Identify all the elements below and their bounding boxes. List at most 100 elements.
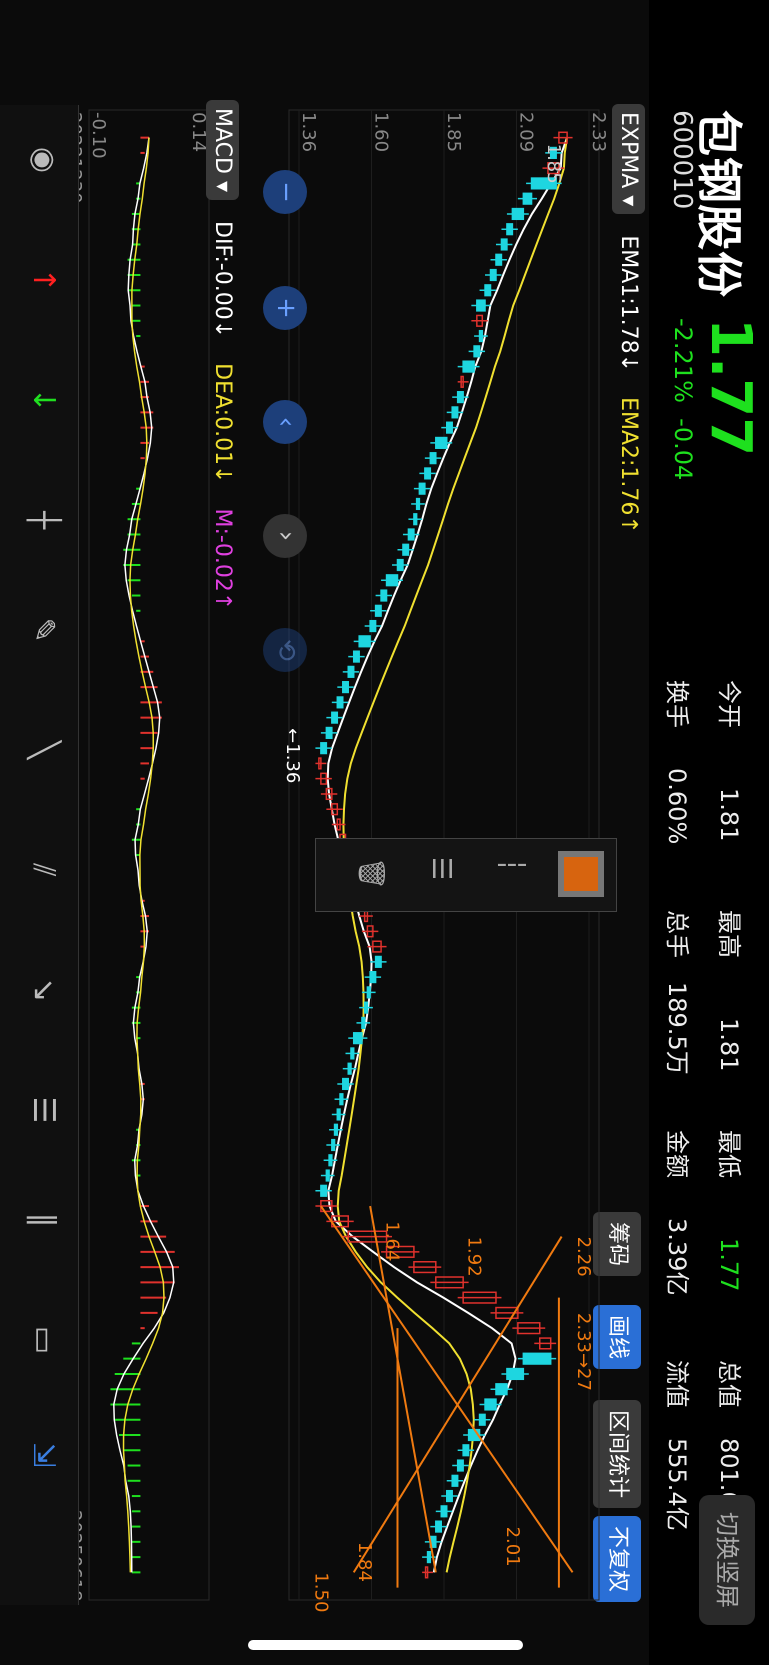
y-tick-label: 1.85: [443, 112, 464, 152]
dash-style-icon[interactable]: ┆: [496, 857, 526, 873]
candle-body: [369, 619, 377, 633]
candle-body: [352, 650, 360, 663]
sub-indicator-select[interactable]: MACD ▾: [206, 100, 239, 200]
candle-body: [407, 528, 415, 541]
bars-icon[interactable]: ‖: [18, 1195, 68, 1245]
home-indicator[interactable]: [248, 1640, 523, 1650]
candle-body: [489, 268, 497, 282]
color-swatch[interactable]: [558, 851, 604, 897]
candle-body: [456, 391, 464, 404]
draw-label: 1.92: [464, 1237, 485, 1277]
candle-body: [352, 1032, 363, 1045]
candle-body: [500, 238, 508, 251]
dif-value: DIF:-0.00↓: [210, 221, 235, 339]
candle-body: [413, 513, 418, 526]
candle-body: [451, 1474, 459, 1487]
eye-icon[interactable]: ◉: [18, 135, 68, 185]
candle-body: [495, 1383, 508, 1396]
candle-body: [385, 574, 399, 587]
solid-style-icon[interactable]: ☰: [426, 857, 456, 880]
pen-icon[interactable]: ✎: [18, 605, 68, 655]
draw-style-popup: ┆ ☰ 🗑: [315, 838, 617, 912]
trash-icon[interactable]: 🗑: [356, 857, 386, 890]
candle-body: [462, 360, 475, 373]
macd-tick-label: -0.10: [88, 112, 109, 159]
drawn-trendline: [320, 1205, 574, 1573]
candle-body: [473, 345, 481, 358]
candle-body: [366, 986, 371, 999]
y-tick-label: 1.60: [371, 112, 392, 152]
draw-label: 2.26: [573, 1237, 594, 1277]
draw-label: 2.33→27: [573, 1313, 594, 1391]
candle-body: [478, 329, 484, 343]
candle-body: [325, 726, 333, 739]
dea-line: [122, 137, 165, 1573]
candle-body: [350, 1047, 355, 1060]
ray-line-icon[interactable]: ↘: [18, 965, 68, 1015]
candle-body: [331, 711, 339, 724]
candle-body: [484, 1398, 497, 1411]
scroll-right-icon[interactable]: ›: [263, 514, 307, 558]
candle-body: [325, 1169, 330, 1182]
candle-body: [462, 1444, 470, 1457]
rect-icon[interactable]: ▭: [18, 1315, 68, 1365]
candle-body: [369, 971, 377, 984]
candle-body: [396, 558, 404, 572]
candle-body: [440, 1505, 448, 1518]
draw-label: 1.64: [382, 1221, 403, 1261]
draw-label: 1.50: [310, 1572, 331, 1612]
y-tick-label: 1.36: [298, 112, 319, 152]
up-arrow-icon[interactable]: ↑: [18, 255, 68, 305]
candle-body: [336, 696, 344, 709]
candle-body: [435, 436, 448, 449]
candle-body: [336, 1108, 341, 1121]
zoom-out-icon[interactable]: −: [263, 170, 307, 214]
candle-body: [339, 1093, 344, 1106]
line-segment-icon[interactable]: ┼: [18, 495, 68, 545]
straight-line-icon[interactable]: ╲: [18, 725, 68, 775]
candle-body: [363, 1001, 369, 1014]
candle-body: [402, 543, 410, 556]
candle-body: [418, 482, 426, 495]
candle-body: [328, 1154, 333, 1167]
candle-body: [374, 604, 382, 617]
candle-body: [320, 742, 328, 755]
candle-body: [347, 665, 355, 678]
draw-label: 1.84: [354, 1542, 375, 1582]
candle-body: [445, 421, 453, 434]
candle-body: [342, 1077, 349, 1091]
candle-body: [415, 497, 421, 511]
candle-body: [424, 467, 432, 480]
sub-indicator-bar: MACD ▾ DIF:-0.00↓ DEA:0.01↓ M:-0.02↑: [206, 100, 239, 610]
reset-icon[interactable]: ⟲: [263, 628, 307, 672]
candle-body: [522, 192, 533, 205]
dif-line: [113, 137, 175, 1573]
landscape-stage: 包钢股份 600010 1.77 -2.21% -0.04 今开1.81 换手0…: [0, 0, 769, 1665]
dea-value: DEA:0.01↓: [210, 363, 235, 484]
candle-body: [522, 1352, 552, 1365]
candle-body: [342, 681, 349, 694]
scroll-left-icon[interactable]: ‹: [263, 400, 307, 444]
y-tick-label: 2.09: [516, 112, 537, 152]
candle-body: [456, 1459, 464, 1472]
candle-body: [478, 1413, 486, 1426]
fib-icon[interactable]: ☰: [18, 1085, 68, 1135]
high-price-marker: 1.85: [543, 144, 564, 184]
candle-body: [495, 253, 503, 266]
drawing-toolbar: ◉ ↑ ↓ ┼ ✎ ╲ ⫽ ↘ ☰ ‖ ▭ ⇲: [0, 105, 79, 1605]
candle-body: [445, 1489, 453, 1503]
candle-body: [380, 589, 388, 602]
drawn-trendline: [369, 1205, 437, 1573]
m-value: M:-0.02↑: [210, 508, 235, 611]
down-arrow-icon[interactable]: ↓: [18, 375, 68, 425]
parallel-line-icon[interactable]: ⫽: [18, 845, 68, 895]
kline-chart[interactable]: 2.33 2.09 1.85 1.60 1.36 ←1.36 1.85 2.26 2.33→27…: [0, 0, 769, 1665]
zoom-in-icon[interactable]: +: [263, 286, 307, 330]
low-price-marker: ←1.36: [282, 728, 303, 783]
arrow-box-icon[interactable]: ⇲: [18, 1430, 68, 1480]
candle-body: [435, 1520, 443, 1533]
candle-body: [374, 955, 382, 968]
candle-body: [511, 207, 525, 221]
candle-body: [347, 1062, 352, 1075]
candle-body: [320, 1184, 328, 1197]
